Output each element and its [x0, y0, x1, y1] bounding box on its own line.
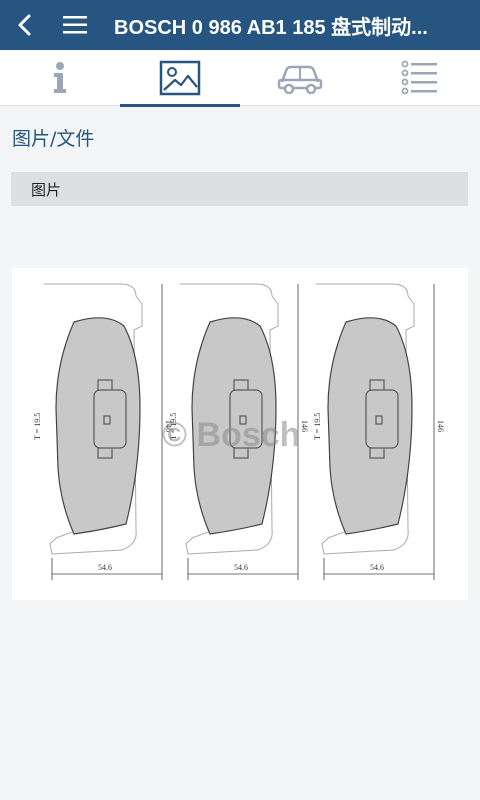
height-label-2: 146 — [300, 420, 309, 432]
tab-info[interactable] — [0, 50, 120, 106]
width-label-3: 54.6 — [370, 563, 384, 572]
menu-button[interactable] — [50, 0, 100, 50]
back-button[interactable] — [0, 0, 50, 50]
car-icon — [277, 65, 323, 94]
thickness-label-1: T = 19.5 — [33, 413, 42, 440]
height-label-3: 146 — [436, 420, 445, 432]
page-title: BOSCH 0 986 AB1 185 盘式制动... — [114, 16, 428, 39]
bosch-watermark: © Bosch — [162, 416, 300, 454]
image-icon — [159, 60, 201, 96]
brake-pad-1: T = 19.5 146 54.6 — [33, 283, 173, 580]
info-icon — [54, 62, 66, 93]
list-icon — [401, 60, 437, 95]
section-title: 图片/文件 — [12, 128, 95, 150]
tab-vehicles[interactable] — [240, 50, 360, 106]
brake-pad-drawing[interactable]: T = 19.5 146 54.6 T = 19.5 146 54.6 T = … — [12, 268, 468, 600]
thickness-label-3: T = 19.5 — [313, 413, 322, 440]
hamburger-menu-icon — [63, 16, 87, 34]
tab-list[interactable] — [360, 50, 480, 106]
brake-pad-3: T = 19.5 146 54.6 — [313, 283, 445, 580]
width-label-1: 54.6 — [98, 563, 112, 572]
app-bar: BOSCH 0 986 AB1 185 盘式制动... — [0, 0, 480, 50]
back-arrow-icon — [18, 14, 31, 36]
tab-images[interactable] — [120, 50, 240, 107]
width-label-2: 54.6 — [234, 563, 248, 572]
images-subheader: 图片 — [11, 172, 468, 206]
tab-bar — [0, 50, 480, 107]
